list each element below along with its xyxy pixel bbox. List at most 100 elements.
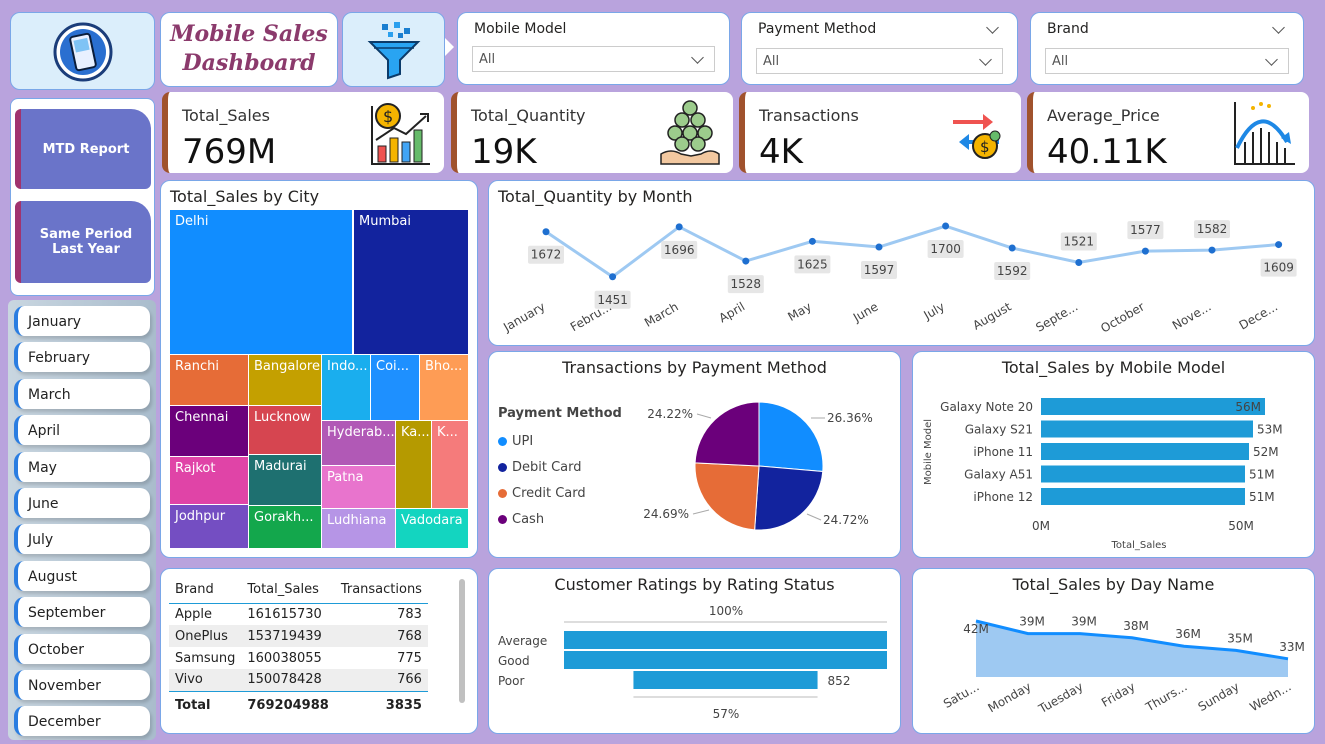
value-label: 39M (1019, 615, 1045, 629)
month-slicer-item[interactable]: December (14, 706, 150, 737)
treemap-cell[interactable]: Ranchi (170, 355, 248, 405)
month-slicer-item[interactable]: May (14, 451, 150, 482)
treemap-cell[interactable]: Madurai (249, 455, 321, 505)
x-tick-label: 50M (1228, 519, 1254, 533)
payment-pie-chart: 26.36% 24.72% 24.69% 24.22% (643, 401, 873, 531)
treemap-cell[interactable]: Vadodara (396, 509, 468, 548)
treemap-cell[interactable]: Rajkot (170, 457, 248, 504)
funnel-top-label: 100% (709, 604, 743, 618)
treemap-cell[interactable]: Gorakh... (249, 506, 321, 548)
column-header[interactable]: Total_Sales (241, 577, 334, 603)
category-label: iPhone 12 (973, 490, 1033, 504)
bar (1041, 420, 1253, 438)
table-cell: 160038055 (247, 650, 322, 666)
table-cell: 769204988 (247, 697, 329, 713)
chevron-down-icon[interactable] (1272, 21, 1285, 34)
model-bar-chart: Galaxy Note 20 56M Galaxy S21 53M iPhone 11 5… (923, 398, 1283, 551)
slice-label: 26.36% (827, 411, 873, 425)
title-tile: Mobile Sales Dashboard (160, 12, 338, 87)
scrollbar[interactable] (459, 579, 465, 703)
treemap-cell[interactable]: Mumbai (354, 210, 468, 354)
category-label: Poor (498, 674, 524, 688)
x-tick-label: Dece... (1237, 299, 1280, 332)
payment-method-dropdown[interactable]: All (756, 48, 1003, 74)
bar (564, 651, 887, 669)
table-row[interactable]: OnePlus 153719439 768 (169, 625, 428, 647)
month-slicer-item[interactable]: April (14, 415, 150, 446)
treemap-cell[interactable]: Indo... (322, 355, 370, 420)
funnel-bottom-label: 57% (713, 707, 740, 721)
treemap-cell[interactable]: Delhi (170, 210, 352, 354)
treemap-cell[interactable]: Hyderab... (322, 421, 395, 465)
treemap-cell[interactable]: K... (432, 421, 468, 508)
month-slicer-item[interactable]: August (14, 560, 150, 591)
month-slicer-item[interactable]: June (14, 488, 150, 518)
mobile-model-dropdown[interactable]: All (472, 46, 715, 72)
kpi-value: 769M (182, 132, 277, 172)
x-tick-label: Nove... (1170, 299, 1214, 332)
month-slicer-item[interactable]: January (14, 306, 150, 336)
same-period-last-year-button[interactable]: Same Period Last Year (15, 201, 151, 283)
ratings-bar-chart: 100% Average Good Poor 852 57% (498, 604, 887, 721)
x-tick-label: Sunday (1196, 679, 1242, 714)
coins-hand-icon (660, 100, 720, 165)
filter-toggle-button[interactable] (342, 12, 445, 87)
column-header[interactable]: Transactions (335, 577, 428, 603)
data-label: 1592 (997, 264, 1028, 278)
bar (564, 631, 887, 649)
table-row[interactable]: Samsung 160038055 775 (169, 647, 428, 669)
data-point (808, 237, 816, 245)
treemap-cell[interactable]: Ludhiana (322, 509, 395, 548)
table-cell: 161615730 (247, 606, 322, 622)
svg-text:$: $ (383, 107, 393, 126)
treemap-cell[interactable]: Patna (322, 466, 395, 508)
month-slicer-item[interactable]: November (14, 670, 150, 700)
kpi-title: Total_Sales (182, 106, 270, 125)
model-bar-card: Total_Sales by Mobile Model Galaxy Note … (912, 351, 1315, 558)
x-tick-label: Febru... (568, 299, 614, 334)
table-row[interactable]: Apple 161615730 783 (169, 603, 428, 625)
treemap-cell[interactable]: Chennai (170, 406, 248, 456)
mtd-report-button[interactable]: MTD Report (15, 109, 151, 189)
category-label: Good (498, 654, 530, 668)
chart-title: Total_Sales by City (170, 187, 320, 206)
treemap-cell[interactable]: Lucknow (249, 406, 321, 454)
column-header[interactable]: Brand (169, 577, 241, 603)
treemap-cell[interactable]: Ka... (396, 421, 431, 508)
kpi-average-price: Average_Price 40.11K (1027, 92, 1309, 173)
month-slicer-item[interactable]: March (14, 378, 150, 409)
kpi-title: Transactions (759, 106, 859, 125)
data-label: 1597 (864, 263, 895, 277)
table-row[interactable]: Vivo 150078428 766 (169, 669, 428, 691)
x-tick-label: Satu... (941, 679, 982, 710)
category-label: Galaxy Note 20 (940, 400, 1033, 414)
bar (1041, 398, 1265, 415)
data-point (1208, 246, 1216, 254)
kpi-transactions: Transactions 4K $ (739, 92, 1021, 173)
month-slicer-item[interactable]: July (14, 524, 150, 555)
mobile-model-slicer[interactable]: Mobile Model All (457, 12, 730, 85)
month-slicer-item[interactable]: September (14, 597, 150, 628)
city-treemap-card: Total_Sales by City Delhi Mumbai Ranchi Ban… (160, 180, 478, 558)
slicer-title: Mobile Model (474, 21, 567, 37)
month-slicer-item[interactable]: February (14, 342, 150, 373)
chevron-down-icon[interactable] (986, 21, 999, 34)
payment-method-slicer[interactable]: Payment Method All (741, 12, 1018, 85)
month-slicer-item[interactable]: October (14, 633, 150, 664)
bar (1041, 465, 1245, 483)
same-period-last-year-label: Same Period Last Year (39, 227, 133, 257)
x-tick-label: Monday (985, 679, 1033, 715)
treemap-cell[interactable]: Coi... (371, 355, 419, 420)
treemap-cell[interactable]: Bho... (420, 355, 468, 420)
bar (633, 671, 818, 689)
brand-dropdown[interactable]: All (1045, 48, 1289, 74)
table-cell: 775 (397, 650, 422, 666)
treemap-cell[interactable]: Jodhpur (170, 505, 248, 548)
treemap-cell[interactable]: Bangalore (249, 355, 321, 405)
table-cell: 150078428 (247, 672, 322, 688)
chevron-down-icon (691, 51, 704, 64)
brand-slicer[interactable]: Brand All (1030, 12, 1304, 85)
data-label: 1521 (1064, 235, 1095, 249)
chevron-down-icon (1265, 53, 1278, 66)
ratings-card: Customer Ratings by Rating Status 100% Av… (488, 568, 901, 734)
